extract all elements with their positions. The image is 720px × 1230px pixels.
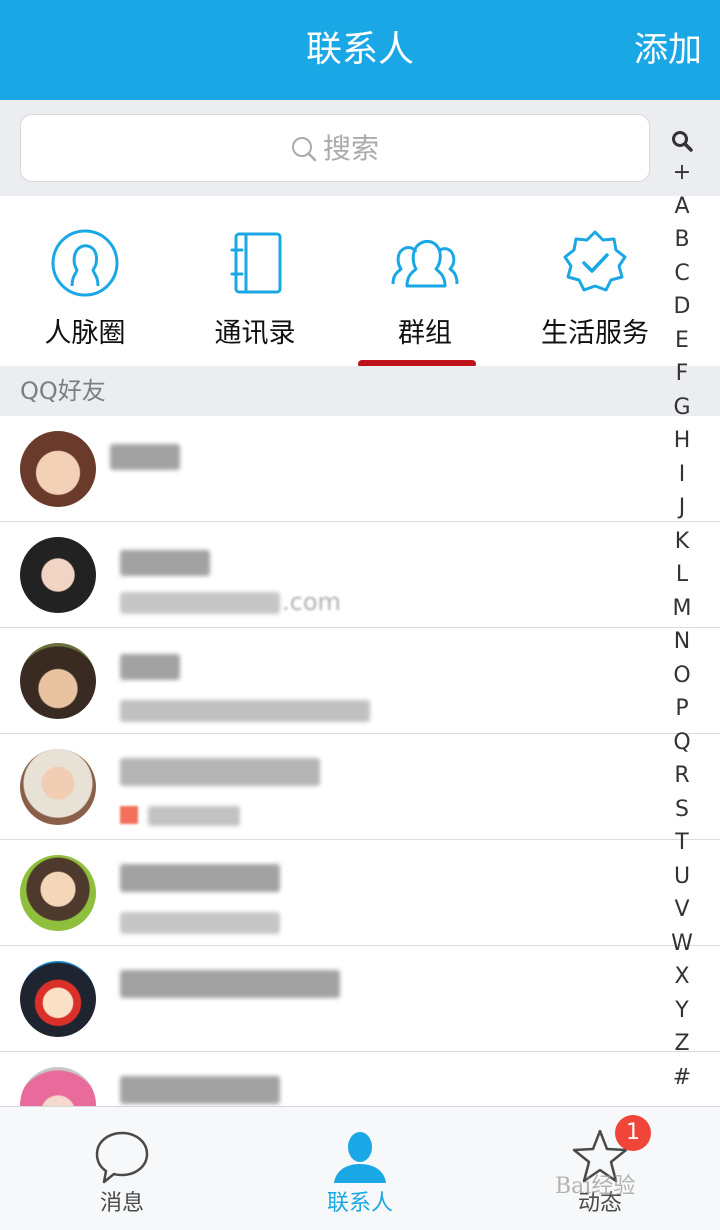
tab-label: 联系人 bbox=[326, 1191, 393, 1216]
contact-name-redacted bbox=[110, 444, 180, 470]
group-icon bbox=[391, 239, 459, 288]
index-letter[interactable]: P bbox=[664, 692, 700, 726]
contact-name-redacted bbox=[120, 970, 340, 998]
search-icon bbox=[291, 137, 317, 162]
index-letter[interactable]: # bbox=[664, 1061, 700, 1095]
add-button[interactable]: 添加 bbox=[634, 26, 702, 74]
alphabet-index[interactable]: + A B C D E F G H I J K L M N O P Q R S T U V W X Y Z # bbox=[664, 126, 700, 1094]
contact-status-redacted bbox=[120, 912, 280, 934]
index-letter[interactable]: M bbox=[664, 592, 700, 626]
index-letter[interactable]: W bbox=[664, 927, 700, 961]
chat-bubble-icon bbox=[95, 1131, 149, 1184]
index-letter[interactable]: F bbox=[664, 357, 700, 391]
category-row: 人脉圈 通讯录 群组 生活服务 bbox=[0, 196, 670, 366]
category-label: 群组 bbox=[398, 318, 452, 349]
index-letter[interactable]: Q bbox=[664, 726, 700, 760]
index-letter[interactable]: H bbox=[664, 424, 700, 458]
index-letter[interactable]: L bbox=[664, 558, 700, 592]
avatar bbox=[20, 431, 96, 507]
tab-messages[interactable]: 消息 bbox=[2, 1107, 242, 1230]
index-letter[interactable]: I bbox=[664, 458, 700, 492]
avatar bbox=[20, 961, 96, 1037]
index-letter[interactable]: N bbox=[664, 625, 700, 659]
section-header: QQ好友 bbox=[0, 366, 720, 416]
watermark: Bai经验 bbox=[555, 1174, 636, 1199]
contact-row[interactable] bbox=[0, 1052, 720, 1106]
index-letter[interactable]: X bbox=[664, 960, 700, 994]
index-letter[interactable]: J bbox=[664, 491, 700, 525]
index-letter[interactable]: U bbox=[664, 860, 700, 894]
index-letter[interactable]: B bbox=[664, 223, 700, 257]
search-input[interactable]: 搜索 bbox=[20, 114, 650, 182]
index-letter[interactable]: A bbox=[664, 190, 700, 224]
contact-row[interactable] bbox=[0, 628, 720, 734]
index-letter[interactable]: T bbox=[664, 826, 700, 860]
contact-row[interactable] bbox=[0, 840, 720, 946]
person-circle-icon bbox=[51, 229, 119, 297]
contact-row[interactable] bbox=[0, 946, 720, 1052]
search-area: 搜索 bbox=[0, 100, 720, 196]
category-label: 通讯录 bbox=[214, 318, 296, 349]
notification-badge: 1 bbox=[615, 1115, 651, 1151]
index-letter[interactable]: Y bbox=[664, 994, 700, 1028]
category-connections[interactable]: 人脉圈 bbox=[0, 226, 170, 352]
contact-name-redacted bbox=[120, 1076, 280, 1104]
header-bar: 联系人 添加 bbox=[0, 0, 720, 100]
index-letter[interactable]: O bbox=[664, 659, 700, 693]
index-letter[interactable]: S bbox=[664, 793, 700, 827]
index-letter[interactable]: Z bbox=[664, 1027, 700, 1061]
avatar bbox=[20, 749, 96, 825]
index-letter[interactable]: V bbox=[664, 893, 700, 927]
avatar bbox=[20, 1067, 96, 1106]
index-letter[interactable]: + bbox=[664, 156, 700, 190]
index-letter[interactable]: R bbox=[664, 759, 700, 793]
contact-status-text: .com bbox=[282, 588, 341, 616]
avatar bbox=[20, 537, 96, 613]
index-letter[interactable]: C bbox=[664, 257, 700, 291]
index-letter[interactable]: G bbox=[664, 391, 700, 425]
avatar bbox=[20, 643, 96, 719]
search-placeholder: 搜索 bbox=[322, 132, 379, 165]
person-icon bbox=[334, 1132, 386, 1183]
tab-contacts[interactable]: 联系人 bbox=[240, 1107, 480, 1230]
contact-row[interactable] bbox=[0, 734, 720, 840]
index-letter[interactable]: K bbox=[664, 525, 700, 559]
category-groups[interactable]: 群组 bbox=[340, 226, 510, 352]
category-address-book[interactable]: 通讯录 bbox=[170, 226, 340, 352]
contact-status-redacted bbox=[120, 592, 280, 614]
contact-status-redacted bbox=[148, 806, 240, 826]
index-letter[interactable]: D bbox=[664, 290, 700, 324]
verified-badge-icon bbox=[563, 230, 627, 292]
section-title: QQ好友 bbox=[20, 377, 106, 405]
page-title: 联系人 bbox=[305, 29, 414, 70]
contact-status-redacted bbox=[120, 700, 370, 722]
contact-name-redacted bbox=[120, 654, 180, 680]
contact-list[interactable]: .com bbox=[0, 416, 720, 1106]
index-letter[interactable]: E bbox=[664, 324, 700, 358]
contact-row[interactable] bbox=[0, 416, 720, 522]
notebook-icon bbox=[230, 232, 282, 294]
tab-label: 消息 bbox=[99, 1191, 144, 1216]
status-emoji-icon bbox=[120, 806, 138, 824]
contact-name-redacted bbox=[120, 550, 210, 576]
contact-row[interactable]: .com bbox=[0, 522, 720, 628]
category-label: 人脉圈 bbox=[44, 318, 126, 349]
contact-name-redacted bbox=[120, 864, 280, 892]
contact-name-redacted bbox=[120, 758, 320, 786]
category-life-services[interactable]: 生活服务 bbox=[510, 226, 680, 352]
category-label: 生活服务 bbox=[541, 318, 649, 349]
avatar bbox=[20, 855, 96, 931]
index-search-icon[interactable] bbox=[664, 126, 700, 156]
